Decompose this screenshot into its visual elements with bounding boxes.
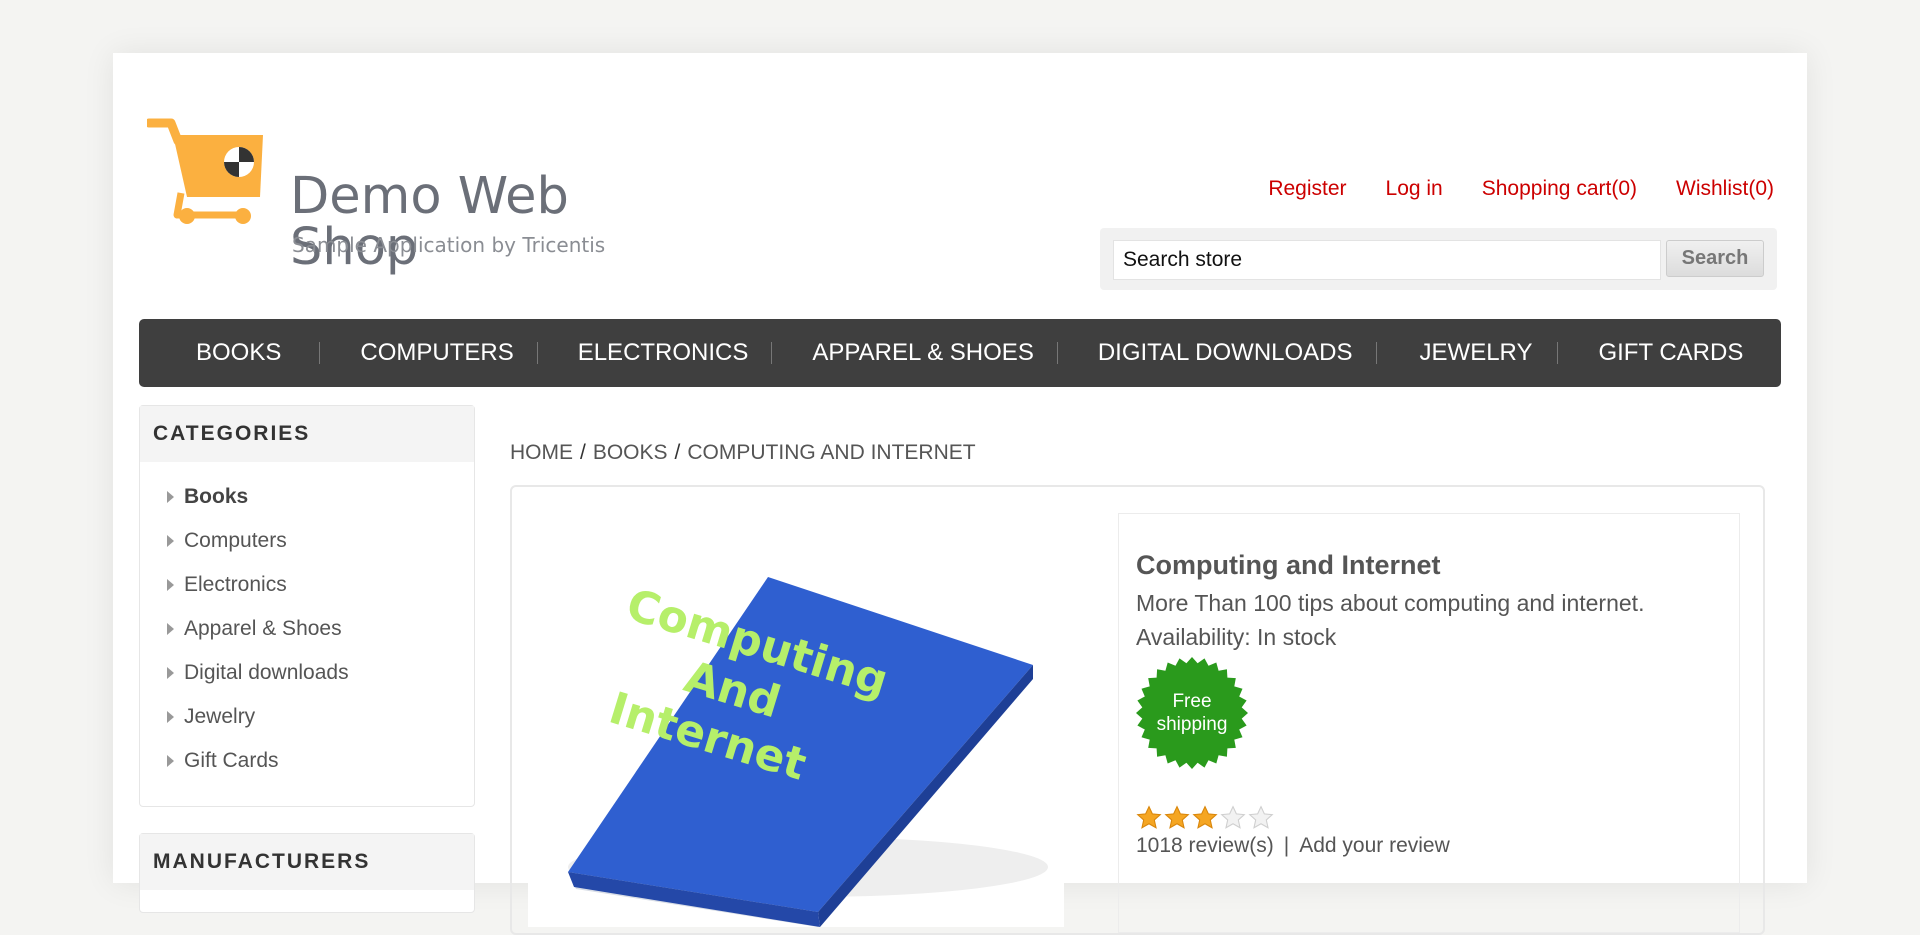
star-empty-icon — [1220, 805, 1246, 829]
menu-item-apparel-shoes[interactable]: APPAREL & SHOES — [812, 319, 1033, 387]
triangle-right-icon — [167, 755, 174, 767]
product-image[interactable]: Computing And Internet — [528, 567, 1064, 927]
triangle-right-icon — [167, 535, 174, 547]
menu-item-jewelry[interactable]: JEWELRY — [1420, 319, 1533, 387]
menu-separator — [1557, 342, 1559, 364]
shopping-cart-logo-icon — [147, 118, 263, 224]
add-review-link[interactable]: Add your review — [1299, 834, 1450, 857]
breadcrumb-category[interactable]: BOOKS — [593, 441, 668, 464]
search-button[interactable]: Search — [1666, 240, 1764, 277]
category-item-apparel-shoes[interactable]: Apparel & Shoes — [140, 607, 474, 651]
search-input[interactable]: Search store — [1113, 240, 1661, 280]
menu-separator — [1056, 342, 1058, 364]
store-title: Demo Web Shop — [290, 167, 569, 277]
free-shipping-text: Free shipping — [1136, 690, 1248, 736]
free-shipping-badge: Free shipping — [1136, 657, 1248, 769]
review-separator: | — [1283, 834, 1290, 857]
menu-separator — [1375, 342, 1377, 364]
badge-line: Free — [1172, 691, 1212, 712]
menu-separator — [536, 342, 538, 364]
product-availability: Availability: In stock — [1136, 624, 1337, 650]
book-picture: Computing And Internet — [528, 567, 1064, 927]
product-short-description: More Than 100 tips about computing and i… — [1136, 590, 1645, 616]
star-empty-icon — [1248, 805, 1274, 829]
triangle-right-icon — [167, 711, 174, 723]
category-label: Computers — [184, 529, 287, 552]
badge-line: shipping — [1156, 714, 1228, 735]
category-label: Electronics — [184, 573, 287, 596]
menu-separator — [771, 342, 773, 364]
manufacturers-title: MANUFACTURERS — [140, 834, 474, 890]
categories-block: CATEGORIES Books Computers Electronics A… — [139, 405, 475, 807]
category-item-electronics[interactable]: Electronics — [140, 563, 474, 607]
category-item-jewelry[interactable]: Jewelry — [140, 695, 474, 739]
star-filled-icon — [1164, 805, 1190, 829]
menu-separator — [319, 342, 321, 364]
category-item-digital-downloads[interactable]: Digital downloads — [140, 651, 474, 695]
category-item-books[interactable]: Books — [140, 475, 474, 519]
menu-item-computers[interactable]: COMPUTERS — [360, 319, 513, 387]
breadcrumb: HOME / BOOKS / COMPUTING AND INTERNET — [510, 441, 976, 465]
product-rating — [1136, 805, 1274, 831]
triangle-right-icon — [167, 579, 174, 591]
wishlist-link[interactable]: Wishlist(0) — [1676, 177, 1774, 201]
menu-item-electronics[interactable]: ELECTRONICS — [578, 319, 749, 387]
menu-item-books[interactable]: BOOKS — [196, 319, 281, 387]
triangle-right-icon — [167, 667, 174, 679]
breadcrumb-current: COMPUTING AND INTERNET — [687, 441, 976, 464]
breadcrumb-home[interactable]: HOME — [510, 441, 573, 464]
category-label: Jewelry — [184, 705, 256, 728]
menu-item-digital-downloads[interactable]: DIGITAL DOWNLOADS — [1098, 319, 1353, 387]
category-label: Digital downloads — [184, 661, 349, 684]
store-logo[interactable]: Demo Web Shop Sample Application by Tric… — [147, 115, 707, 273]
product-details: Computing And Internet Computing and Int… — [510, 485, 1765, 935]
categories-title: CATEGORIES — [140, 406, 474, 462]
category-item-gift-cards[interactable]: Gift Cards — [140, 739, 474, 783]
star-filled-icon — [1192, 805, 1218, 829]
page-container: Demo Web Shop Sample Application by Tric… — [113, 53, 1807, 935]
search-box: Search store Search — [1100, 228, 1777, 290]
header-links: Register Log in Shopping cart(0) Wishlis… — [1268, 177, 1774, 201]
categories-list: Books Computers Electronics Apparel & Sh… — [140, 462, 474, 793]
breadcrumb-delimiter: / — [580, 441, 586, 464]
category-label: Books — [184, 485, 249, 508]
review-line: 1018 review(s) | Add your review — [1136, 834, 1450, 858]
reviews-count-link[interactable]: 1018 review(s) — [1136, 834, 1274, 857]
store-subtitle: Sample Application by Tricentis — [292, 233, 606, 257]
top-menu: BOOKS COMPUTERS ELECTRONICS APPAREL & SH… — [139, 319, 1781, 387]
manufacturers-block: MANUFACTURERS — [139, 833, 475, 913]
breadcrumb-delimiter: / — [674, 441, 681, 464]
register-link[interactable]: Register — [1268, 177, 1346, 201]
triangle-right-icon — [167, 623, 174, 635]
category-label: Gift Cards — [184, 749, 279, 772]
category-label: Apparel & Shoes — [184, 617, 342, 640]
star-filled-icon — [1136, 805, 1162, 829]
login-link[interactable]: Log in — [1386, 177, 1443, 201]
shopping-cart-link[interactable]: Shopping cart(0) — [1482, 177, 1637, 201]
product-name: Computing and Internet — [1136, 550, 1441, 580]
triangle-right-icon — [167, 491, 174, 503]
category-item-computers[interactable]: Computers — [140, 519, 474, 563]
menu-item-gift-cards[interactable]: GIFT CARDS — [1598, 319, 1743, 387]
product-overview: Computing and Internet More Than 100 tip… — [1118, 513, 1740, 933]
